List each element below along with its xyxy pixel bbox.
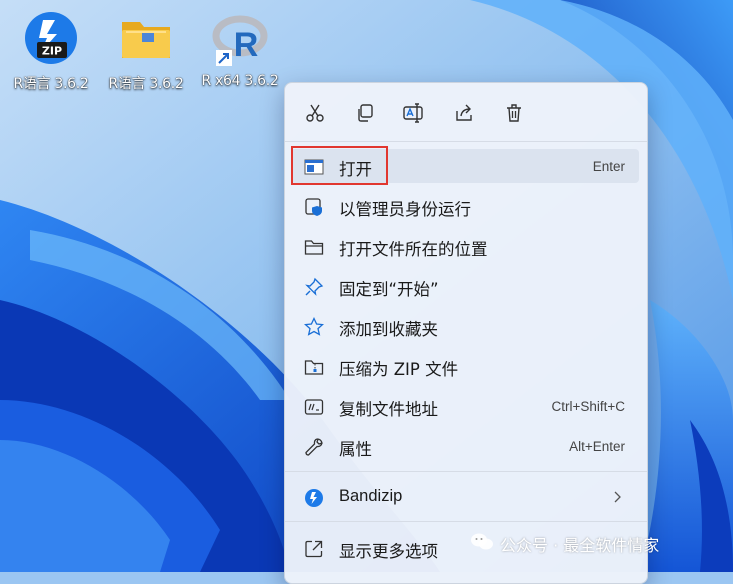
svg-text:R: R (234, 26, 259, 64)
menu-divider (285, 521, 647, 522)
menu-item-bandizip[interactable]: Bandizip (291, 480, 639, 514)
copy-button[interactable] (349, 97, 381, 129)
cut-button[interactable] (299, 97, 331, 129)
wrench-icon (303, 436, 325, 458)
delete-button[interactable] (498, 97, 530, 129)
menu-item-open[interactable]: 打开 Enter (291, 149, 639, 183)
menu-divider (285, 141, 647, 142)
desktop-icon-label: R语言 3.6.2 (13, 76, 89, 92)
menu-item-run-as-admin[interactable]: 以管理员身份运行 (291, 189, 639, 223)
rename-icon (403, 103, 423, 123)
menu-item-label: 复制文件地址 (339, 400, 438, 419)
wechat-icon (470, 531, 494, 557)
menu-item-open-file-location[interactable]: 打开文件所在的位置 (291, 229, 639, 263)
menu-item-label: 属性 (339, 440, 372, 459)
chevron-right-icon (611, 489, 623, 508)
bandizip-icon (303, 487, 325, 509)
menu-item-label: Bandizip (339, 487, 403, 505)
menu-item-properties[interactable]: 属性 Alt+Enter (291, 429, 639, 463)
zip-file-icon (303, 356, 325, 378)
svg-text:ZIP: ZIP (42, 45, 62, 58)
desktop-icon-label: R x64 3.6.2 (201, 73, 279, 89)
star-icon (303, 316, 325, 338)
shield-icon (303, 196, 325, 218)
delete-icon (507, 104, 521, 122)
menu-item-shortcut: Ctrl+Shift+C (551, 399, 625, 414)
cut-icon (306, 104, 324, 122)
menu-item-label: 显示更多选项 (339, 542, 438, 561)
copy-icon (358, 104, 373, 122)
watermark-text: 公众号 · 最全软件情家 (500, 536, 660, 555)
r-shortcut-icon: R (210, 8, 270, 68)
menu-item-shortcut: Enter (592, 159, 625, 174)
quick-action-bar (285, 83, 647, 141)
desktop-icon-label: R语言 3.6.2 (108, 76, 184, 92)
menu-item-label: 以管理员身份运行 (339, 200, 471, 219)
menu-item-label: 打开 (339, 160, 372, 179)
desktop-icon-r-zip[interactable]: ZIP R语言 3.6.2 (2, 8, 100, 93)
share-icon (456, 104, 472, 121)
rename-button[interactable] (398, 97, 430, 129)
menu-item-label: 压缩为 ZIP 文件 (339, 360, 459, 379)
menu-item-add-to-favorites[interactable]: 添加到收藏夹 (291, 309, 639, 343)
desktop-icon-r-folder[interactable]: R语言 3.6.2 (97, 8, 195, 93)
folder-icon (116, 8, 176, 68)
menu-item-label: 固定到“开始” (339, 280, 439, 299)
open-window-icon (303, 156, 325, 178)
menu-divider (285, 471, 647, 472)
share-button[interactable] (448, 97, 480, 129)
menu-item-compress-zip[interactable]: 压缩为 ZIP 文件 (291, 349, 639, 383)
menu-item-shortcut: Alt+Enter (569, 439, 625, 454)
menu-item-label: 打开文件所在的位置 (339, 240, 488, 259)
expand-icon (303, 538, 325, 560)
watermark: 公众号 · 最全软件情家 (470, 530, 659, 558)
copy-path-icon (303, 396, 325, 418)
pin-icon (303, 276, 325, 298)
menu-item-label: 添加到收藏夹 (339, 320, 438, 339)
menu-item-copy-path[interactable]: 复制文件地址 Ctrl+Shift+C (291, 389, 639, 423)
desktop-icon-r-x64[interactable]: R R x64 3.6.2 (191, 8, 289, 89)
context-menu: 打开 Enter 以管理员身份运行 打开文件所在的位置 固定到“开始” 添加到收… (284, 82, 648, 584)
menu-item-pin-to-start[interactable]: 固定到“开始” (291, 269, 639, 303)
folder-outline-icon (303, 236, 325, 258)
zip-icon: ZIP (21, 8, 81, 68)
